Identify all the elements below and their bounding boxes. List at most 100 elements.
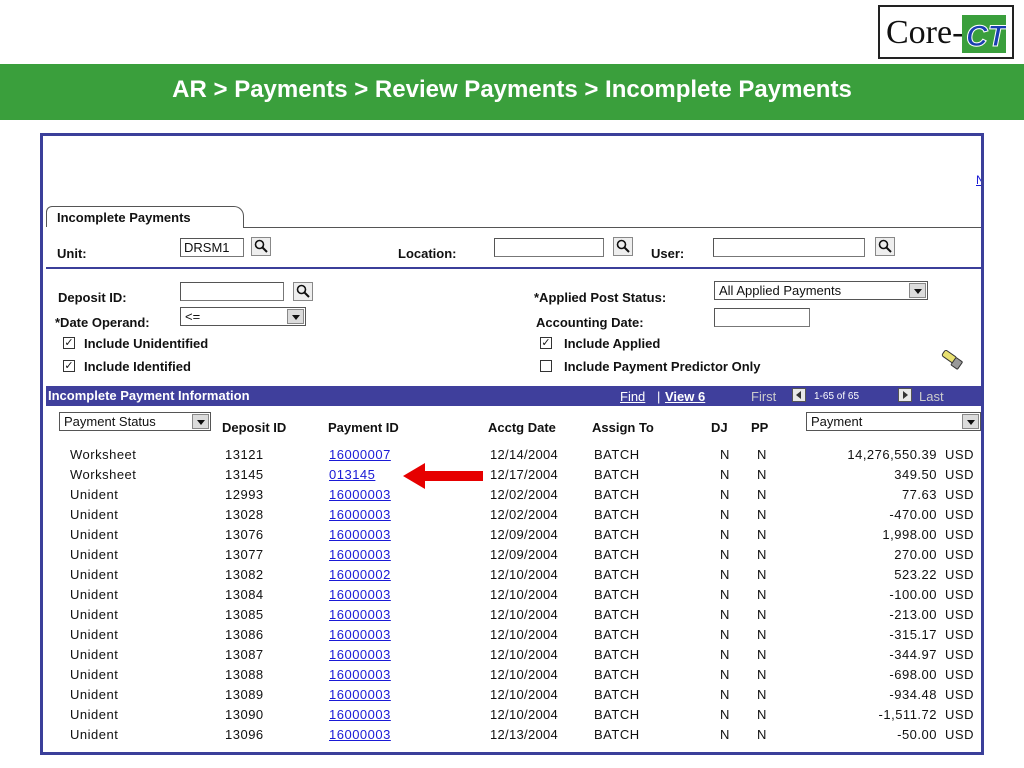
row-assign-to: BATCH [594, 647, 640, 662]
row-deposit-id: 13121 [225, 447, 264, 462]
row-deposit-id: 13084 [225, 587, 264, 602]
row-payment-id-link[interactable]: 013145 [329, 467, 375, 482]
row-amount: -315.17 [889, 627, 937, 642]
row-payment-id-link[interactable]: 16000003 [329, 687, 391, 702]
row-dj: N [720, 507, 730, 522]
row-payment-id-link[interactable]: 16000003 [329, 667, 391, 682]
row-deposit-id: 13076 [225, 527, 264, 542]
row-pp: N [757, 727, 767, 742]
row-payment-id-link[interactable]: 16000003 [329, 607, 391, 622]
row-deposit-id: 13090 [225, 707, 264, 722]
grid-link-separator: | [657, 389, 661, 404]
include-identified-checkbox[interactable]: ✓ [63, 360, 75, 372]
row-pp: N [757, 567, 767, 582]
row-currency: USD [945, 607, 974, 622]
prev-page-icon[interactable] [792, 388, 806, 402]
grid-first-link[interactable]: First [751, 389, 776, 404]
row-payment-id-link[interactable]: 16000003 [329, 707, 391, 722]
row-payment-id-link[interactable]: 16000003 [329, 547, 391, 562]
include-applied-checkbox[interactable]: ✓ [540, 337, 552, 349]
row-pp: N [757, 647, 767, 662]
location-field[interactable] [494, 238, 604, 257]
amount-column-select[interactable]: Payment [806, 412, 981, 431]
payment-status-select[interactable]: Payment Status [59, 412, 211, 431]
tab-divider [243, 227, 981, 228]
row-acctg-date: 12/10/2004 [490, 667, 559, 682]
accounting-date-field[interactable] [714, 308, 810, 327]
row-status: Unident [70, 627, 119, 642]
flashlight-icon[interactable] [939, 350, 965, 370]
include-predictor-checkbox[interactable] [540, 360, 552, 372]
row-payment-id-link[interactable]: 16000003 [329, 727, 391, 742]
row-status: Unident [70, 727, 119, 742]
tab-incomplete-payments[interactable]: Incomplete Payments [46, 206, 244, 227]
magnifier-icon [616, 239, 630, 253]
row-payment-id-link[interactable]: 16000003 [329, 487, 391, 502]
row-deposit-id: 13088 [225, 667, 264, 682]
include-unidentified-checkbox[interactable]: ✓ [63, 337, 75, 349]
row-pp: N [757, 587, 767, 602]
dropdown-arrow-icon [287, 309, 304, 324]
row-status: Unident [70, 507, 119, 522]
row-amount: -100.00 [889, 587, 937, 602]
location-lookup-button[interactable] [613, 237, 633, 256]
row-deposit-id: 13096 [225, 727, 264, 742]
date-operand-select[interactable]: <= [180, 307, 306, 326]
row-payment-id-link[interactable]: 16000003 [329, 507, 391, 522]
row-deposit-id: 13082 [225, 567, 264, 582]
row-currency: USD [945, 507, 974, 522]
col-dj[interactable]: DJ [711, 420, 728, 435]
unit-field[interactable]: DRSM1 [180, 238, 244, 257]
row-status: Unident [70, 487, 119, 502]
next-page-icon[interactable] [898, 388, 912, 402]
row-payment-id-link[interactable]: 16000007 [329, 447, 391, 462]
grid-view-link[interactable]: View 6 [665, 389, 705, 404]
row-amount: -50.00 [897, 727, 937, 742]
deposit-id-lookup-button[interactable] [293, 282, 313, 301]
user-lookup-button[interactable] [875, 237, 895, 256]
user-field[interactable] [713, 238, 865, 257]
top-nav-link[interactable]: N [976, 173, 981, 187]
row-payment-id-link[interactable]: 16000003 [329, 587, 391, 602]
row-status: Unident [70, 687, 119, 702]
col-acctg-date[interactable]: Acctg Date [488, 420, 556, 435]
row-status: Unident [70, 587, 119, 602]
row-amount: 349.50 [894, 467, 937, 482]
row-dj: N [720, 547, 730, 562]
row-payment-id-link[interactable]: 16000003 [329, 647, 391, 662]
col-assign-to[interactable]: Assign To [592, 420, 654, 435]
deposit-id-field[interactable] [180, 282, 284, 301]
col-pp[interactable]: PP [751, 420, 768, 435]
grid-range: 1-65 of 65 [814, 391, 860, 402]
col-payment-id[interactable]: Payment ID [328, 420, 399, 435]
table-row: Unident 13090 16000003 12/10/2004 BATCH N N -1,… [43, 705, 981, 725]
dropdown-arrow-icon [909, 283, 926, 298]
row-payment-id-link[interactable]: 16000003 [329, 627, 391, 642]
row-pp: N [757, 707, 767, 722]
row-acctg-date: 12/10/2004 [490, 647, 559, 662]
row-currency: USD [945, 707, 974, 722]
grid-header-bar: Incomplete Payment Information Find | Vi… [46, 386, 981, 406]
unit-lookup-button[interactable] [251, 237, 271, 256]
grid-last-link[interactable]: Last [919, 389, 944, 404]
row-assign-to: BATCH [594, 527, 640, 542]
row-dj: N [720, 607, 730, 622]
applied-post-status-label: *Applied Post Status: [534, 290, 667, 305]
row-pp: N [757, 667, 767, 682]
row-acctg-date: 12/02/2004 [490, 507, 559, 522]
dropdown-arrow-icon [962, 414, 979, 429]
row-currency: USD [945, 627, 974, 642]
date-operand-label: *Date Operand: [55, 315, 150, 330]
row-payment-id-link[interactable]: 16000003 [329, 527, 391, 542]
row-payment-id-link[interactable]: 16000002 [329, 567, 391, 582]
applied-post-status-select[interactable]: All Applied Payments [714, 281, 928, 300]
row-acctg-date: 12/10/2004 [490, 707, 559, 722]
amount-column-select-value: Payment [811, 414, 863, 429]
grid-find-link[interactable]: Find [620, 389, 645, 404]
svg-text:CT: CT [966, 20, 1006, 53]
col-deposit-id[interactable]: Deposit ID [222, 420, 286, 435]
table-row: Unident 13085 16000003 12/10/2004 BATCH N N -21… [43, 605, 981, 625]
row-assign-to: BATCH [594, 667, 640, 682]
row-pp: N [757, 507, 767, 522]
dropdown-arrow-icon [192, 414, 209, 429]
